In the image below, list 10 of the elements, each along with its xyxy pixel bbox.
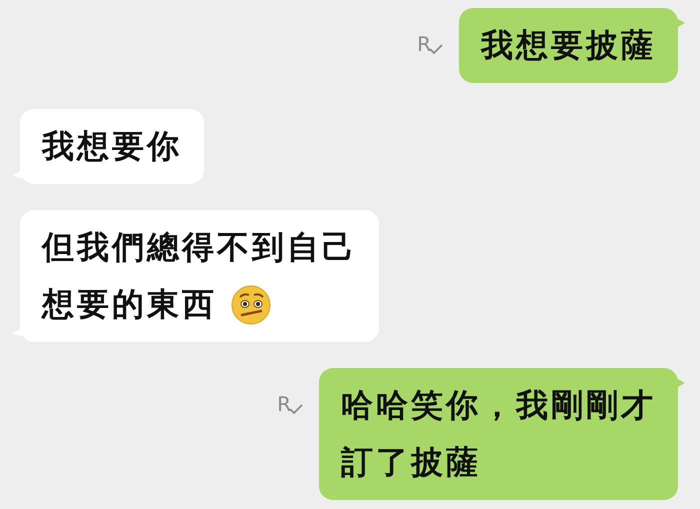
read-mark: R [277,394,291,414]
check-icon [429,44,443,54]
read-mark: R [417,34,431,54]
message-text: 我想要你 [42,126,182,167]
message-text: 想要的東西 [42,284,217,325]
message-text: 哈哈笑你，我剛剛才 [341,385,656,426]
message-text: 但我們總得不到自己 [42,227,357,268]
message-text: 我想要披薩 [481,25,656,66]
message-text: 訂了披薩 [341,442,481,483]
check-icon [289,404,303,414]
